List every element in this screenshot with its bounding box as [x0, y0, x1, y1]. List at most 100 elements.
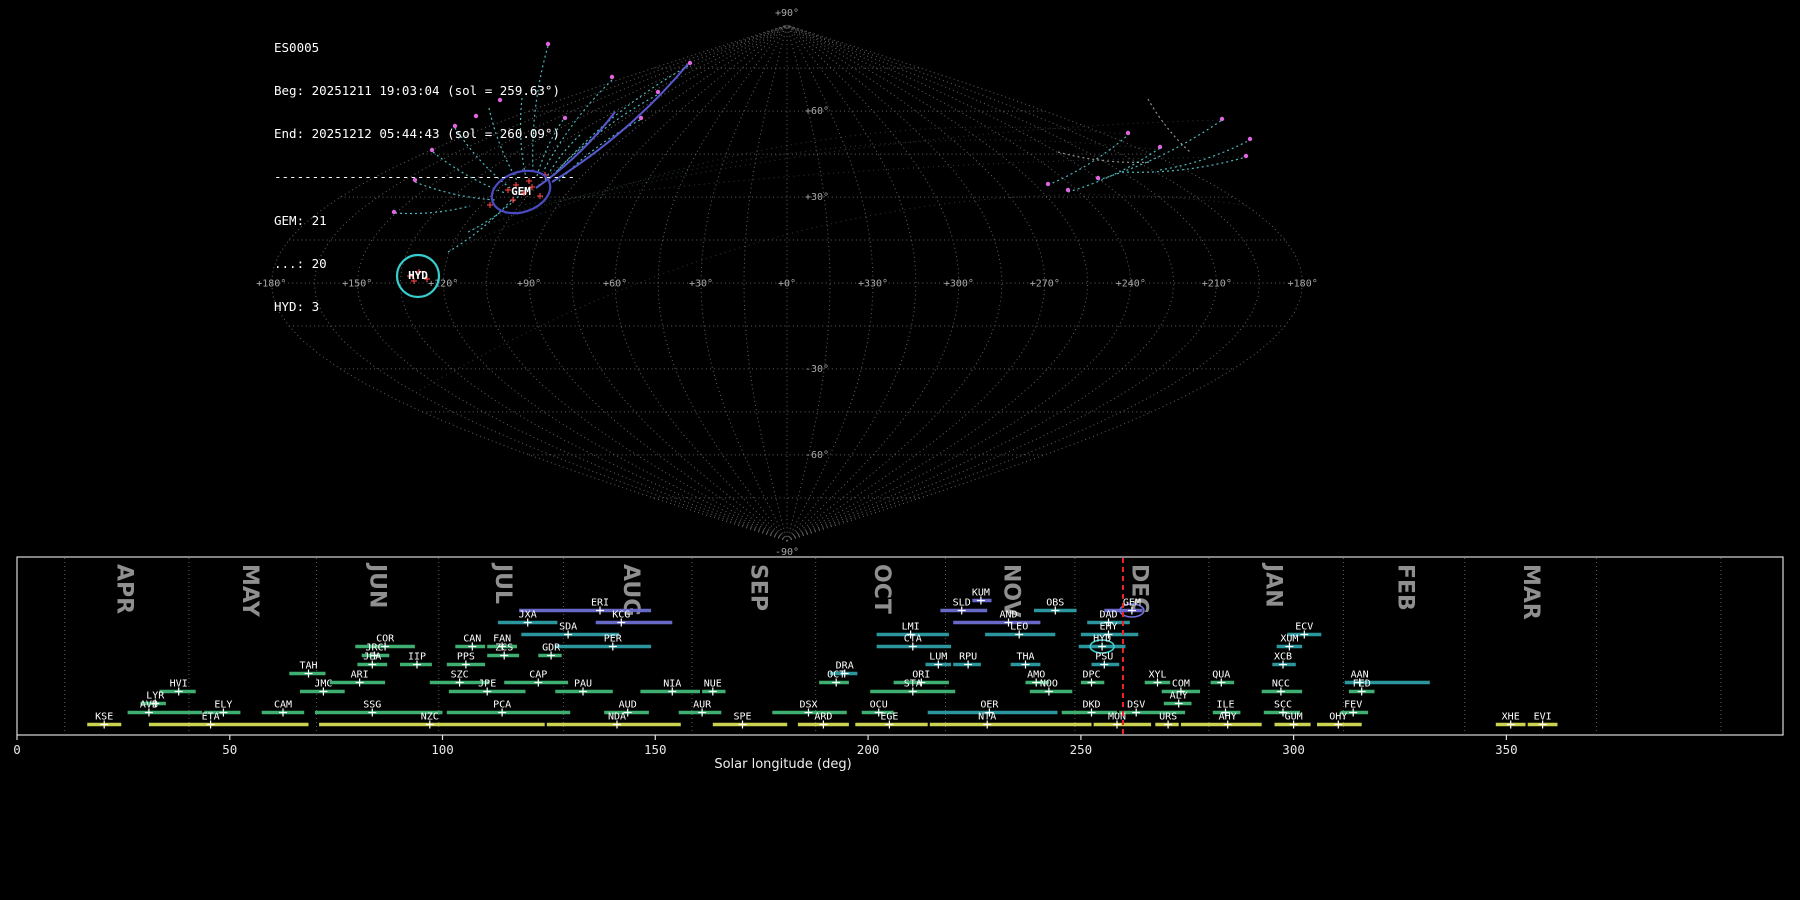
shower-label-pps: PPS — [457, 652, 475, 663]
x-axis: 0 50 100 150 200 250 300 350 Solar longitude (de… — [13, 735, 1518, 772]
shower-label-obs: OBS — [1046, 598, 1064, 609]
shower-label-com: COM — [1172, 679, 1190, 690]
month-label-jun: JUN — [365, 562, 390, 608]
shower-label-zcs: ZCS — [495, 643, 513, 654]
month-label-mar: MAR — [1518, 564, 1543, 620]
count-gem: GEM: 21 — [274, 212, 327, 228]
shower-label-jmc: JMC — [314, 679, 332, 690]
shower-label-jpe: JPE — [478, 679, 496, 690]
shower-label-psu: PSU — [1095, 652, 1113, 663]
shower-label-spe: SPE — [733, 712, 751, 723]
shower-label-hvi: HVI — [170, 679, 188, 690]
shower-label-cta: CTA — [904, 634, 922, 645]
svg-text:-90°: -90° — [775, 547, 799, 558]
activity-timeline: APR MAY JUN JUL AUG SEP OCT NOV DEC JAN FEB MARKUME… — [13, 556, 1784, 772]
shower-label-fev: FEV — [1344, 700, 1362, 711]
month-label-apr: APR — [111, 564, 136, 614]
shower-label-per: PER — [604, 634, 623, 645]
month-label-jan: JAN — [1260, 562, 1285, 608]
shower-label-jxa: JXA — [519, 610, 537, 621]
x-tick-label: 200 — [857, 742, 880, 757]
shower-label-ege: EGE — [880, 712, 898, 723]
showers: KUM ERI SLD OBS GEM JXA KCG AND DAD SDA LMI LEO EHY E… — [87, 588, 1558, 729]
svg-text:+30°: +30° — [689, 279, 713, 290]
shower-label-ari: ARI — [351, 670, 369, 681]
shower-label-pca: PCA — [493, 700, 511, 711]
shower-label-xcb: XCB — [1274, 652, 1292, 663]
shower-label-nta: NTA — [978, 712, 996, 723]
shower-label-gum: GUM — [1285, 712, 1303, 723]
month-label-oct: OCT — [869, 564, 894, 614]
svg-text:+60°: +60° — [805, 106, 829, 117]
shower-label-dsx: DSX — [799, 700, 817, 711]
shower-label-cap: CAP — [529, 670, 547, 681]
shower-label-ecv: ECV — [1295, 622, 1313, 633]
shower-label-tha: THA — [1016, 652, 1034, 663]
shower-label-avb: AVB — [140, 700, 158, 711]
observation-info: ES0005 Beg: 20251211 19:03:04 (sol = 259… — [274, 12, 575, 343]
shower-label-pau: PAU — [574, 679, 592, 690]
month-label-sep: SEP — [745, 564, 770, 611]
svg-text:+90°: +90° — [775, 8, 799, 19]
shower-label-noo: NOO — [1040, 679, 1058, 690]
shower-label-rpu: RPU — [959, 652, 977, 663]
shower-label-ssg: SSG — [363, 700, 381, 711]
shower-label-nia: NIA — [663, 679, 681, 690]
shower-label-eta: ETA — [202, 712, 220, 723]
shower-label-dpc: DPC — [1082, 670, 1100, 681]
shower-label-and: AND — [999, 610, 1017, 621]
shower-label-cam: CAM — [274, 700, 292, 711]
meteor-observation-figure: +180° +150° +120° +90° +60° +30° +0° +330° +300°… — [0, 0, 1800, 900]
shower-label-sda: SDA — [559, 622, 577, 633]
shower-label-oer: OER — [980, 700, 999, 711]
month-label-jul: JUL — [490, 562, 515, 604]
shower-label-can: CAN — [463, 634, 481, 645]
shower-label-kcg: KCG — [612, 610, 630, 621]
shower-label-urs: URS — [1159, 712, 1177, 723]
svg-text:+300°: +300° — [944, 279, 974, 290]
shower-label-tah: TAH — [299, 661, 317, 672]
month-label-feb: FEB — [1392, 564, 1417, 611]
x-tick-label: 0 — [13, 742, 21, 757]
shower-label-kse: KSE — [95, 712, 113, 723]
shower-label-dsv: DSV — [1127, 700, 1145, 711]
x-axis-title: Solar longitude (deg) — [714, 757, 851, 772]
shower-label-ohy: OHY — [1329, 712, 1347, 723]
shower-label-eri: ERI — [591, 598, 609, 609]
shower-label-nue: NUE — [704, 679, 722, 690]
shower-label-oct: OCT — [827, 670, 845, 681]
shower-label-lmi: LMI — [902, 622, 920, 633]
shower-label-ard: ARD — [814, 712, 832, 723]
shower-label-leo: LEO — [1010, 622, 1028, 633]
station-id: ES0005 — [274, 39, 320, 55]
shower-label-nzc: NZC — [421, 712, 439, 723]
shower-label-ahy: AHY — [1219, 712, 1237, 723]
shower-label-iip: IIP — [408, 652, 426, 663]
shower-label-gem: GEM — [1123, 598, 1141, 609]
shower-label-xhe: XHE — [1502, 712, 1520, 723]
shower-label-ocu: OCU — [870, 700, 888, 711]
shower-label-xum: XUM — [1280, 634, 1298, 645]
month-labels: APR MAY JUN JUL AUG SEP OCT NOV DEC JAN FEB MAR — [111, 562, 1542, 620]
shower-label-hyd: HYD — [1093, 634, 1111, 645]
shower-label-evi: EVI — [1534, 712, 1552, 723]
x-tick-label: 250 — [1070, 742, 1093, 757]
month-label-may: MAY — [237, 564, 262, 618]
shower-label-jea: JEA — [363, 652, 381, 663]
shower-label-xyl: XYL — [1148, 670, 1166, 681]
plot-svg: +180° +150° +120° +90° +60° +30° +0° +330° +300°… — [13, 8, 1784, 772]
shower-label-ile: ILE — [1216, 700, 1234, 711]
shower-label-aly: ALY — [1170, 691, 1188, 702]
shower-label-qua: QUA — [1212, 670, 1230, 681]
shower-label-sta: STA — [904, 679, 922, 690]
begin-time: Beg: 20251211 19:03:04 (sol = 259.63°) — [274, 83, 560, 99]
svg-text:+60°: +60° — [603, 279, 627, 290]
shower-label-aur: AUR — [693, 700, 712, 711]
shower-label-sld: SLD — [953, 598, 971, 609]
count-hyd: HYD: 3 — [274, 299, 320, 315]
x-tick-label: 100 — [431, 742, 454, 757]
svg-text:+240°: +240° — [1116, 279, 1146, 290]
shower-label-ncc: NCC — [1272, 679, 1290, 690]
count-sporadic: ...: 20 — [274, 255, 327, 271]
shower-label-ehy: EHY — [1099, 622, 1117, 633]
